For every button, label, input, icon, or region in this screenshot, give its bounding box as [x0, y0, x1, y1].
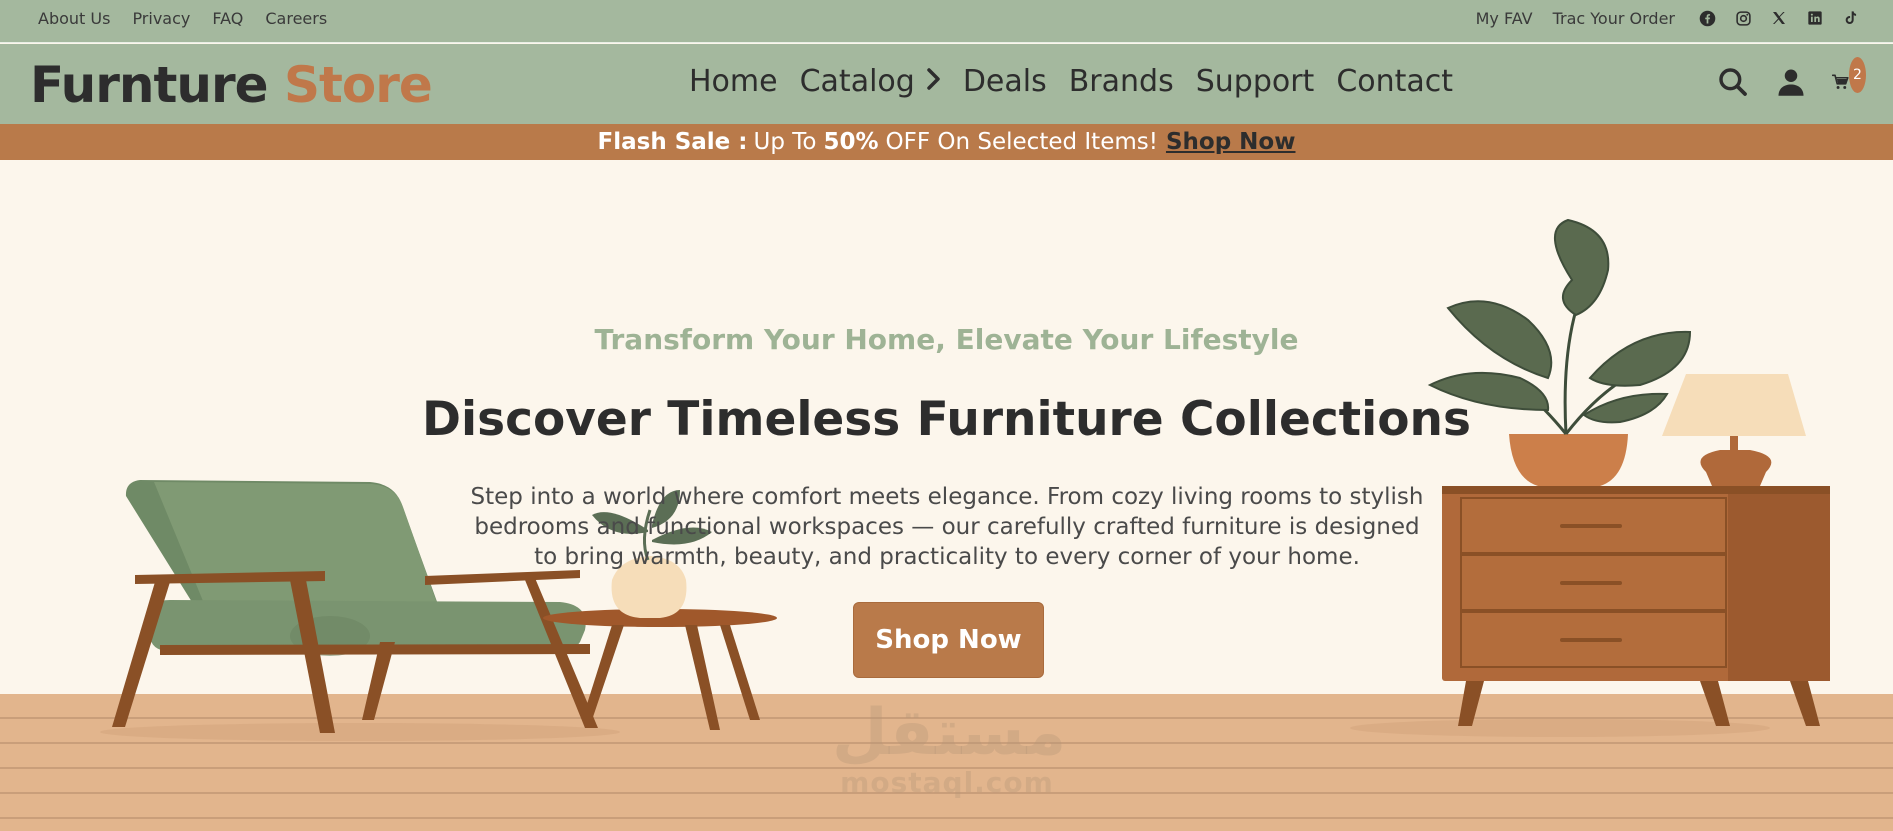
- about-us-link[interactable]: About Us: [38, 9, 110, 28]
- linkedin-icon[interactable]: [1805, 8, 1825, 28]
- flash-sale-label: Flash Sale :: [597, 129, 748, 155]
- store-logo[interactable]: Furnture Store: [30, 56, 433, 114]
- user-icon[interactable]: [1774, 64, 1808, 100]
- hero-shop-now-button[interactable]: Shop Now: [853, 602, 1044, 678]
- watermark-logo: مستقل mostaql.com: [832, 696, 1067, 799]
- nav-catalog-label: Catalog: [799, 64, 915, 99]
- watermark-arabic: مستقل: [832, 696, 1067, 770]
- logo-text-accent: Store: [284, 56, 433, 114]
- careers-link[interactable]: Careers: [265, 9, 327, 28]
- facebook-icon[interactable]: [1697, 8, 1717, 28]
- nav-support[interactable]: Support: [1196, 64, 1315, 99]
- flash-sale-percent: 50%: [823, 129, 879, 155]
- utility-right: My FAV Trac Your Order: [1476, 0, 1861, 36]
- dresser-illustration: [1427, 218, 1830, 726]
- nav-deals[interactable]: Deals: [963, 64, 1047, 99]
- tiktok-icon[interactable]: [1841, 8, 1861, 28]
- track-order-link[interactable]: Trac Your Order: [1553, 9, 1675, 28]
- main-menu: Home Catalog Deals Brands Support Contac…: [689, 64, 1453, 99]
- nav-catalog[interactable]: Catalog: [800, 64, 941, 99]
- flash-sale-text2: OFF On Selected Items!: [885, 129, 1158, 155]
- privacy-link[interactable]: Privacy: [132, 9, 190, 28]
- chevron-right-icon: [925, 64, 941, 99]
- nav-contact[interactable]: Contact: [1336, 64, 1453, 99]
- my-fav-link[interactable]: My FAV: [1476, 9, 1533, 28]
- nav-home[interactable]: Home: [689, 64, 778, 99]
- cart-count-badge: 2: [1849, 57, 1866, 93]
- faq-link[interactable]: FAQ: [212, 9, 243, 28]
- top-utility-bar: About Us Privacy FAQ Careers My FAV Trac…: [0, 0, 1893, 43]
- hero-tagline: Transform Your Home, Elevate Your Lifest…: [594, 323, 1299, 356]
- watermark-latin: mostaql.com: [840, 766, 1054, 799]
- social-links: [1697, 8, 1861, 28]
- flash-sale-banner: Flash Sale : Up To 50% OFF On Selected I…: [0, 124, 1893, 160]
- hero-description: Step into a world where comfort meets el…: [470, 484, 1424, 570]
- search-icon[interactable]: [1716, 64, 1750, 100]
- utility-links: About Us Privacy FAQ Careers: [38, 0, 327, 36]
- flash-sale-text1: Up To: [753, 129, 817, 155]
- instagram-icon[interactable]: [1733, 8, 1753, 28]
- flash-shop-now-link[interactable]: Shop Now: [1166, 129, 1296, 155]
- hero-section: Transform Your Home, Elevate Your Lifest…: [0, 160, 1893, 831]
- nav-icon-group: 2: [1716, 57, 1866, 100]
- nav-brands[interactable]: Brands: [1069, 64, 1174, 99]
- main-navbar: Furnture Store Home Catalog Deals Brands…: [0, 44, 1893, 124]
- logo-text-primary: Furnture: [30, 56, 269, 114]
- hero-headline: Discover Timeless Furniture Collections: [422, 392, 1471, 447]
- cart-icon[interactable]: 2: [1832, 57, 1866, 100]
- x-icon[interactable]: [1769, 8, 1789, 28]
